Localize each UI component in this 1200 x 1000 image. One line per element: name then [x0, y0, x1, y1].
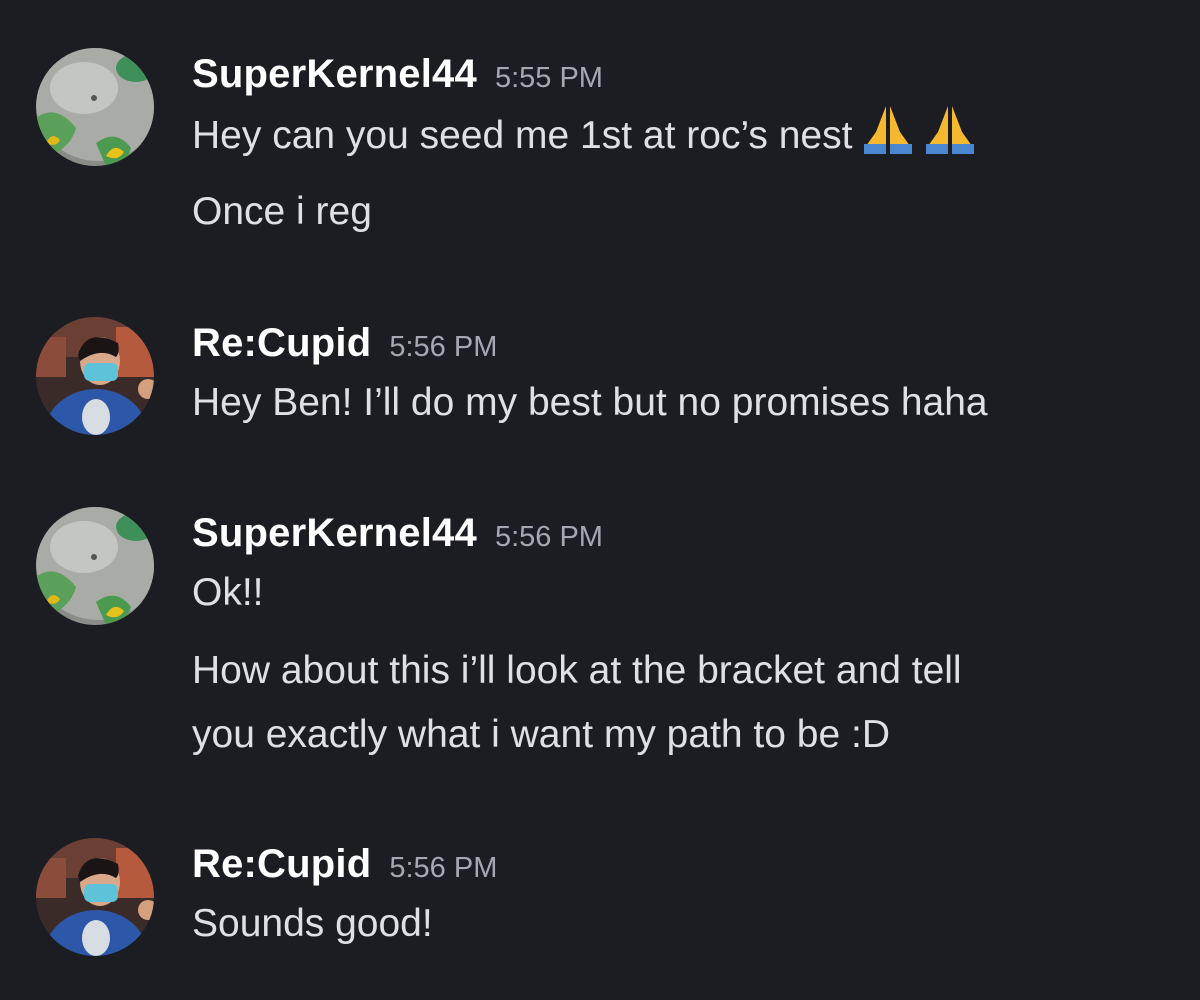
avatar[interactable] [36, 317, 154, 435]
message-header: Re:Cupid 5:56 PM [192, 842, 497, 887]
avatar[interactable] [36, 838, 154, 956]
message-content: Hey can you seed me 1st at roc’s nest [192, 102, 976, 174]
message-text: How about this i’ll look at the bracket … [192, 649, 962, 692]
timestamp: 5:55 PM [494, 62, 603, 94]
message-header: Re:Cupid 5:56 PM [192, 321, 497, 366]
avatar-image [36, 317, 154, 435]
folded-hands-icon [862, 102, 914, 174]
username[interactable]: SuperKernel44 [192, 511, 477, 555]
avatar-image [36, 507, 154, 625]
username[interactable]: SuperKernel44 [192, 52, 477, 96]
message-text: Ok!! [192, 571, 264, 614]
avatar[interactable] [36, 48, 154, 166]
folded-hands-icon [924, 102, 976, 174]
message-text: Hey can you seed me 1st at roc’s nest [192, 114, 853, 157]
message-header: SuperKernel44 5:55 PM [192, 52, 603, 97]
username[interactable]: Re:Cupid [192, 321, 371, 365]
timestamp: 5:56 PM [494, 521, 603, 553]
avatar-image [36, 838, 154, 956]
message-header: SuperKernel44 5:56 PM [192, 511, 603, 556]
timestamp: 5:56 PM [389, 852, 498, 884]
message-text: you exactly what i want my path to be :D [192, 713, 891, 756]
avatar[interactable] [36, 507, 154, 625]
message-text: Hey Ben! I’ll do my best but no promises… [192, 381, 988, 424]
chat-message-list[interactable]: SuperKernel44 5:55 PM Hey can you seed me… [0, 0, 1200, 1000]
message-text: Sounds good! [192, 902, 433, 945]
timestamp: 5:56 PM [389, 331, 498, 363]
avatar-image [36, 48, 154, 166]
username[interactable]: Re:Cupid [192, 842, 371, 886]
message-text: Once i reg [192, 190, 372, 233]
